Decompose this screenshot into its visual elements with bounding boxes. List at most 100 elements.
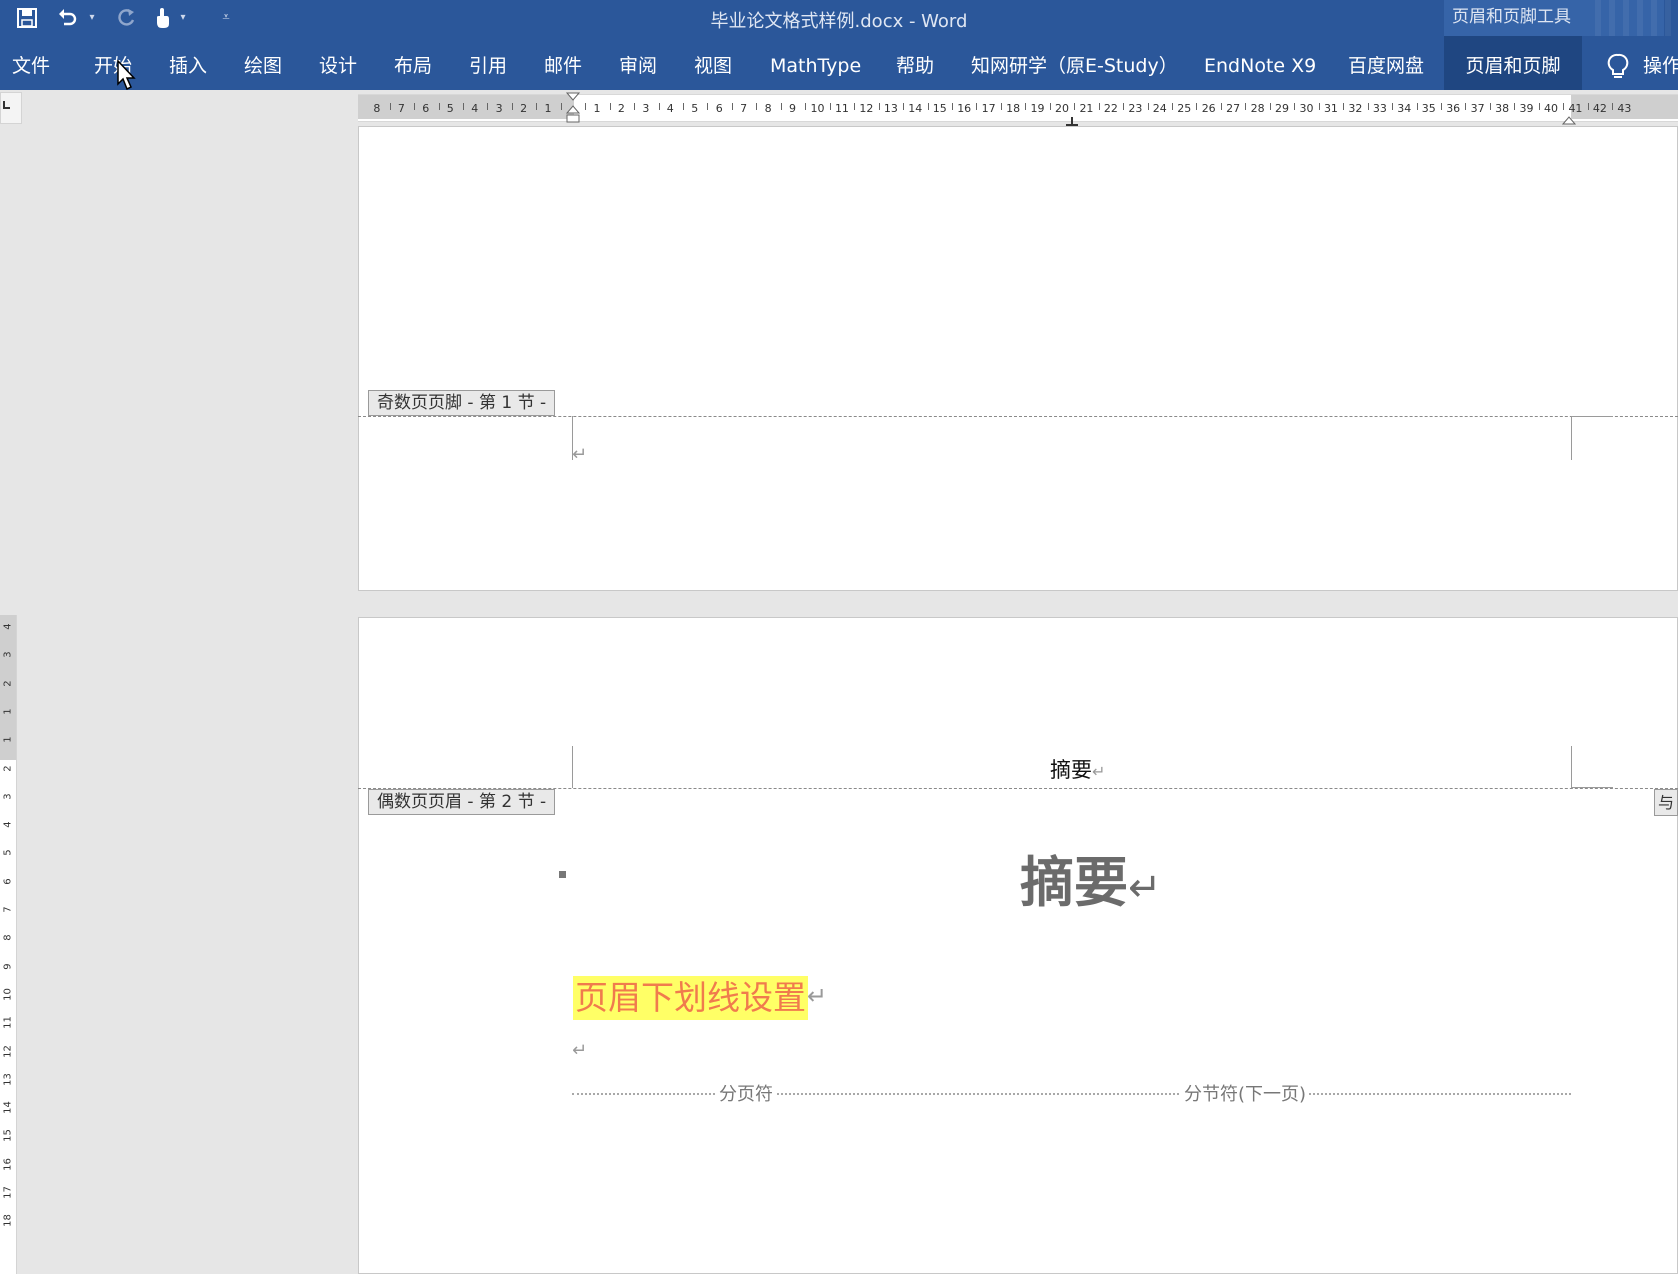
ruler-tick	[1440, 103, 1442, 110]
save-icon[interactable]	[14, 5, 40, 31]
ruler-number: 2	[617, 102, 625, 115]
vertical-ruler-number: 15	[2, 1129, 14, 1143]
ruler-tick	[1049, 103, 1051, 110]
tab-layout[interactable]: 布局	[394, 36, 432, 90]
crop-mark	[1571, 416, 1572, 460]
ruler-number: 13	[883, 102, 898, 115]
ruler-tick	[1343, 103, 1345, 110]
abstract-heading[interactable]: 摘要↵	[1020, 838, 1162, 917]
ruler-number: 31	[1323, 102, 1338, 115]
ruler-number: 1	[544, 102, 552, 115]
customize-icon[interactable]: ⩡	[220, 8, 232, 28]
ruler-number: 32	[1348, 102, 1363, 115]
vertical-ruler-number: 4	[2, 623, 14, 630]
tab-baidu-netdisk[interactable]: 百度网盘	[1348, 36, 1424, 90]
tab-view[interactable]: 视图	[694, 36, 732, 90]
ruler-tick	[976, 103, 978, 110]
ruler-tick	[1098, 103, 1100, 110]
touch-mode-icon[interactable]	[150, 5, 176, 31]
lightbulb-icon[interactable]	[1605, 52, 1631, 82]
ruler-tick	[634, 103, 636, 110]
ruler-tick	[1318, 103, 1320, 110]
ruler-tick	[1612, 103, 1614, 110]
ruler-number: 3	[495, 102, 503, 115]
header-text[interactable]: 摘要↵	[1050, 754, 1105, 784]
ruler-number: 24	[1152, 102, 1167, 115]
mouse-cursor-icon	[117, 59, 137, 92]
ruler-number: 6	[715, 102, 723, 115]
ruler-number: 4	[471, 102, 479, 115]
vertical-ruler-number: 4	[2, 821, 14, 828]
center-tab-stop[interactable]	[1065, 112, 1079, 126]
ruler-tick	[1563, 103, 1565, 110]
bullet-marker	[559, 871, 566, 878]
tab-help[interactable]: 帮助	[896, 36, 934, 90]
ruler-tick	[731, 103, 733, 110]
odd-footer-tag[interactable]: 奇数页页脚 - 第 1 节 -	[368, 390, 556, 416]
tab-selector[interactable]	[0, 92, 22, 124]
ruler-tick	[1172, 103, 1174, 110]
tab-review[interactable]: 审阅	[619, 36, 657, 90]
ruler-tick	[951, 103, 953, 110]
ruler-number: 12	[859, 102, 874, 115]
ruler-number: 26	[1201, 102, 1216, 115]
ruler-number: 27	[1226, 102, 1241, 115]
ruler-tick	[1416, 103, 1418, 110]
vertical-ruler-number: 10	[2, 988, 14, 1001]
ruler-number: 29	[1275, 102, 1290, 115]
highlighted-text[interactable]: 页眉下划线设置	[573, 976, 808, 1020]
ruler-tick	[1025, 103, 1027, 110]
ruler-tick	[1123, 103, 1125, 110]
touch-mode-dropdown-icon[interactable]: ▾	[177, 8, 189, 28]
vertical-ruler-number: 11	[2, 1016, 14, 1030]
tell-me-box[interactable]: 操作	[1643, 36, 1678, 90]
page-2[interactable]	[358, 617, 1678, 1274]
undo-icon[interactable]	[54, 5, 80, 31]
ruler-tick	[1367, 103, 1369, 110]
tab-file[interactable]: 文件	[12, 36, 50, 90]
ruler-number: 5	[446, 102, 454, 115]
vertical-ruler-number: 12	[2, 1044, 14, 1058]
indent-marker[interactable]	[565, 92, 581, 126]
tab-design[interactable]: 设计	[319, 36, 357, 90]
paragraph-mark: ↵	[572, 1040, 588, 1061]
ruler-number: 34	[1397, 102, 1412, 115]
ruler-tick	[511, 103, 513, 110]
tab-endnote[interactable]: EndNote X9	[1204, 36, 1316, 90]
undo-dropdown-icon[interactable]: ▾	[86, 8, 98, 28]
tab-mathtype[interactable]: MathType	[770, 36, 861, 90]
link-to-previous-tag[interactable]: 与	[1654, 789, 1678, 816]
ruler-scale: 8 7 6 5 4 3 2 1 1 2 3 4 5 6 7 8 9 10 11 12 13 14 15 16 17 18 19 20 2…	[358, 94, 1678, 120]
ruler-tick	[780, 103, 782, 110]
vertical-ruler-number: 3	[2, 651, 14, 658]
ruler-number: 28	[1250, 102, 1265, 115]
ruler-number: 22	[1103, 102, 1118, 115]
ruler-number: 42	[1592, 102, 1607, 115]
even-header-tag[interactable]: 偶数页页眉 - 第 2 节 -	[368, 789, 556, 815]
redo-icon[interactable]	[114, 5, 140, 31]
ruler-tick	[487, 103, 489, 110]
ruler-tick	[927, 103, 929, 110]
page-1[interactable]	[358, 126, 1678, 591]
paragraph-mark: ↵	[572, 444, 588, 465]
right-indent-marker[interactable]	[1561, 110, 1577, 125]
ruler-tick	[1147, 103, 1149, 110]
ruler-number: 18	[1006, 102, 1021, 115]
tab-mailings[interactable]: 邮件	[544, 36, 582, 90]
ruler-tick	[536, 103, 538, 110]
ruler-number: 37	[1470, 102, 1485, 115]
tab-references[interactable]: 引用	[469, 36, 507, 90]
tab-insert[interactable]: 插入	[169, 36, 207, 90]
ruler-number: 10	[810, 102, 825, 115]
ruler-number: 19	[1030, 102, 1045, 115]
ruler-tick	[1538, 103, 1540, 110]
ruler-number: 8	[764, 102, 772, 115]
ruler-tick	[829, 103, 831, 110]
ruler-tick	[805, 103, 807, 110]
ruler-tick	[1489, 103, 1491, 110]
tab-header-footer[interactable]: 页眉和页脚	[1444, 36, 1582, 90]
ruler-number: 15	[932, 102, 947, 115]
tab-draw[interactable]: 绘图	[244, 36, 282, 90]
ruler-number: 39	[1519, 102, 1534, 115]
tab-estudy[interactable]: 知网研学（原E-Study）	[971, 36, 1178, 90]
